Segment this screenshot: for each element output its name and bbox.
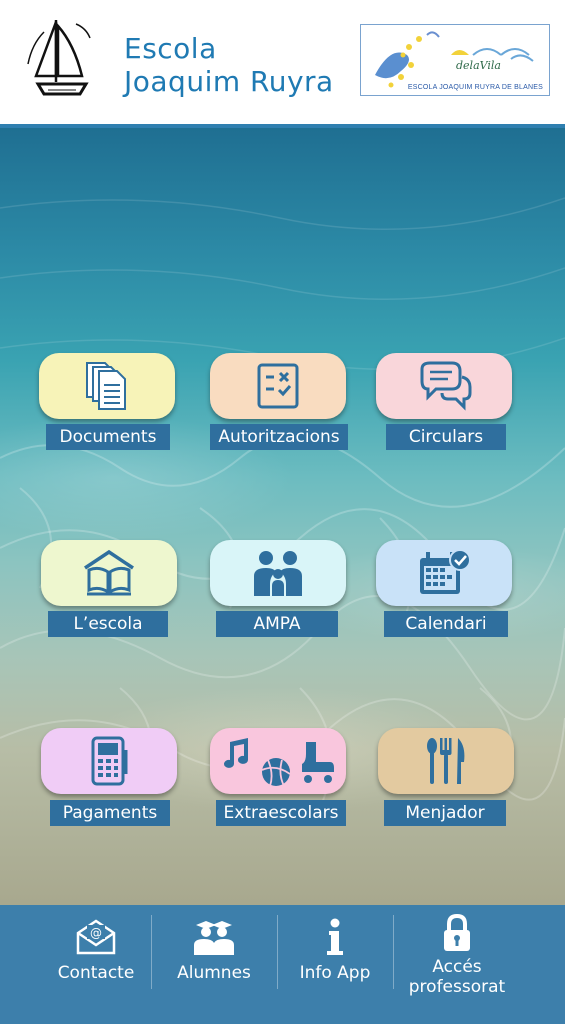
nav-contacte[interactable]: @ Contacte xyxy=(40,905,152,1024)
nav-separator xyxy=(393,915,394,989)
email-envelope-icon: @ xyxy=(76,919,116,955)
info-icon xyxy=(327,918,343,955)
banner-logo: delaVila ESCOLA JOAQUIM RUYRA DE BLANES xyxy=(360,24,550,96)
school-title: Escola Joaquim Ruyra xyxy=(124,32,334,98)
calendar-icon xyxy=(420,549,471,594)
nav-acces-professorat[interactable]: Accés professorat xyxy=(398,905,516,1024)
chat-bubbles-icon xyxy=(420,361,472,411)
tile-calendari[interactable] xyxy=(376,540,512,606)
nav-info-app-label: Info App xyxy=(299,963,371,983)
family-icon xyxy=(254,551,302,596)
school-logo-icon xyxy=(24,14,100,98)
title-line-2: Joaquim Ruyra xyxy=(124,65,334,98)
label-ampa[interactable]: AMPA xyxy=(216,611,338,637)
bottom-navigation-bar: @ Contacte Alumnes Info App Accés profes… xyxy=(0,905,565,1024)
authorization-form-icon xyxy=(257,363,299,409)
payment-terminal-icon xyxy=(91,736,128,786)
nav-acces-label-line2: professorat xyxy=(408,977,506,997)
open-book-house-icon xyxy=(84,549,134,596)
label-lescola[interactable]: L’escola xyxy=(48,611,168,637)
nav-acces-label-line1: Accés xyxy=(432,957,482,977)
label-pagaments[interactable]: Pagaments xyxy=(50,800,170,826)
tile-pagaments[interactable] xyxy=(41,728,177,794)
tile-extraescolars[interactable] xyxy=(210,728,346,794)
tile-circulars[interactable] xyxy=(376,353,512,419)
cutlery-icon xyxy=(427,738,465,784)
tile-autoritzacions[interactable] xyxy=(210,353,346,419)
documents-icon xyxy=(86,362,126,410)
svg-text:@: @ xyxy=(90,926,102,940)
music-ball-skate-icon xyxy=(224,738,334,787)
nav-alumnes-label: Alumnes xyxy=(177,963,251,983)
tile-documents[interactable] xyxy=(39,353,175,419)
label-calendari[interactable]: Calendari xyxy=(384,611,508,637)
nav-info-app[interactable]: Info App xyxy=(280,905,390,1024)
nav-contacte-label: Contacte xyxy=(57,963,135,983)
students-icon xyxy=(194,921,234,955)
nav-separator xyxy=(277,915,278,989)
label-autoritzacions[interactable]: Autoritzacions xyxy=(210,424,348,450)
banner-caption: ESCOLA JOAQUIM RUYRA DE BLANES xyxy=(407,84,543,91)
tile-ampa[interactable] xyxy=(210,540,346,606)
nav-alumnes[interactable]: Alumnes xyxy=(156,905,272,1024)
banner-signature: delaVila xyxy=(456,59,501,72)
title-line-1: Escola xyxy=(124,32,217,65)
tile-menjador[interactable] xyxy=(378,728,514,794)
label-menjador[interactable]: Menjador xyxy=(384,800,506,826)
label-documents[interactable]: Documents xyxy=(46,424,170,450)
padlock-icon xyxy=(444,913,470,951)
nav-separator xyxy=(151,915,152,989)
label-extraescolars[interactable]: Extraescolars xyxy=(216,800,346,826)
tile-lescola[interactable] xyxy=(41,540,177,606)
app-header: Escola Joaquim Ruyra delaVila ESCOLA JOA… xyxy=(0,0,565,124)
label-circulars[interactable]: Circulars xyxy=(386,424,506,450)
